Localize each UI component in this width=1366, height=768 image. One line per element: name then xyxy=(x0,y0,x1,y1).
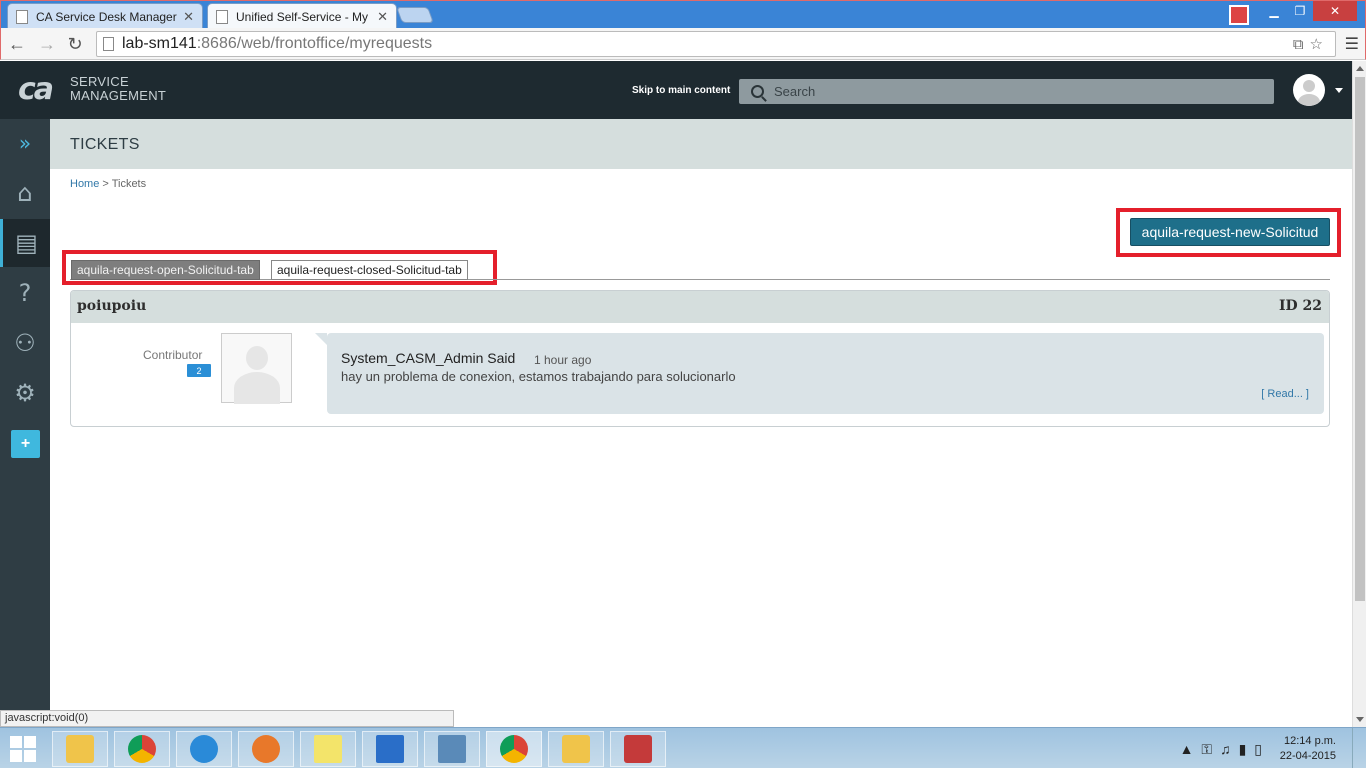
chrome-icon[interactable] xyxy=(486,731,542,767)
restore-icon[interactable]: ❐ xyxy=(1287,1,1313,21)
role-count-badge: 2 xyxy=(187,364,211,377)
browser-toolbar: ← → ↻ lab-sm141:8686/web/frontoffice/myr… xyxy=(0,28,1366,60)
clock[interactable]: 12:14 p.m. 22-04-2015 xyxy=(1280,734,1336,764)
browser-tab-title: CA Service Desk Manager - 1 xyxy=(36,9,177,24)
page-icon xyxy=(16,9,28,24)
page-icon xyxy=(216,9,228,24)
gear-icon: ⚙ xyxy=(14,379,36,407)
home-icon: ⌂ xyxy=(17,179,33,207)
chevron-down-icon[interactable] xyxy=(1335,88,1343,93)
page-title-bar: TICKETS xyxy=(50,119,1352,169)
close-icon[interactable]: ✕ xyxy=(183,9,194,25)
sidebar-item-community[interactable]: ⚇ xyxy=(0,319,50,367)
minimize-icon[interactable]: ▁ xyxy=(1261,1,1287,21)
firefox-icon[interactable] xyxy=(238,731,294,767)
chevrons-right-icon: » xyxy=(18,131,32,155)
comment-time: 1 hour ago xyxy=(534,353,592,367)
ca-logo: ca xyxy=(18,72,54,107)
remote-desktop-icon[interactable] xyxy=(424,731,480,767)
search-icon xyxy=(751,85,764,98)
sticky-notes-icon[interactable] xyxy=(300,731,356,767)
clock-date: 22-04-2015 xyxy=(1279,750,1336,762)
ticket-id: ID 22 xyxy=(1278,298,1322,314)
sidebar: » ⌂ ▤ ? ⚇ ⚙ + xyxy=(0,119,50,710)
sidebar-item-home[interactable]: ⌂ xyxy=(0,169,50,217)
sidebar-item-tickets[interactable]: ▤ xyxy=(0,219,50,267)
page-title: TICKETS xyxy=(70,136,140,153)
user-role: Contributor xyxy=(143,348,203,362)
comment-text: hay un problema de conexion, estamos tra… xyxy=(341,369,736,384)
outlook-icon[interactable] xyxy=(362,731,418,767)
comment-bubble: System_CASM_Admin Said 1 hour ago hay un… xyxy=(315,333,1324,414)
chrome-icon[interactable] xyxy=(114,731,170,767)
explorer-icon[interactable] xyxy=(52,731,108,767)
ticket-card: poiupoiu ID 22 Contributor 2 System_CASM… xyxy=(70,290,1330,427)
bookmark-star-icon[interactable]: ⧉☆ xyxy=(1293,35,1329,53)
add-icon[interactable]: + xyxy=(11,430,40,458)
avatar[interactable] xyxy=(1293,74,1325,106)
windows-start-icon[interactable] xyxy=(6,734,42,764)
breadcrumb: Home > Tickets xyxy=(70,178,146,190)
browser-status-bar: javascript:void(0) xyxy=(0,710,454,727)
back-icon[interactable]: ← xyxy=(7,34,27,54)
browser-tab-self-service[interactable]: Unified Self-Service - My Rec ✕ xyxy=(207,3,397,29)
close-icon[interactable]: ✕ xyxy=(377,9,388,25)
sidebar-item-settings[interactable]: ⚙ xyxy=(0,369,50,417)
breadcrumb-home-link[interactable]: Home xyxy=(70,178,99,190)
browser-titlebar: CA Service Desk Manager - 1 ✕ Unified Se… xyxy=(0,0,1366,29)
forward-icon[interactable]: → xyxy=(37,34,57,54)
browser-tab-service-desk[interactable]: CA Service Desk Manager - 1 ✕ xyxy=(7,3,203,29)
search-box[interactable] xyxy=(739,79,1274,104)
scrollbar-thumb[interactable] xyxy=(1355,77,1365,601)
explorer-icon[interactable] xyxy=(548,731,604,767)
product-name-line1: SERVICE xyxy=(70,74,129,89)
sidebar-item-expand[interactable]: » xyxy=(0,119,50,167)
taskbar: ▲⚿♫▮▯ 12:14 p.m. 22-04-2015 xyxy=(0,727,1366,768)
tab-open-requests[interactable]: aquila-request-open-Solicitud-tab xyxy=(71,260,260,280)
breadcrumb-separator: > xyxy=(99,178,112,190)
question-doc-icon: ? xyxy=(18,279,32,307)
user-photo xyxy=(221,333,292,404)
scroll-down-icon[interactable] xyxy=(1356,717,1364,722)
new-tab-button[interactable] xyxy=(396,7,434,23)
browser-tab-title: Unified Self-Service - My Rec xyxy=(236,9,371,24)
skip-to-content-link[interactable]: Skip to main content xyxy=(632,85,730,96)
ticket-title[interactable]: poiupoiu xyxy=(77,298,146,314)
reload-icon[interactable]: ↻ xyxy=(65,34,85,54)
app-header: ca SERVICE MANAGEMENT Skip to main conte… xyxy=(0,61,1352,119)
menu-icon[interactable]: ☰ xyxy=(1345,34,1359,54)
page-icon xyxy=(103,37,114,51)
url-path: :8686/web/frontoffice/myrequests xyxy=(196,35,433,52)
show-desktop-button[interactable] xyxy=(1352,728,1366,768)
clock-time: 12:14 p.m. xyxy=(1284,735,1336,747)
new-request-button[interactable]: aquila-request-new-Solicitud xyxy=(1130,218,1330,246)
product-name: SERVICE MANAGEMENT xyxy=(70,75,166,103)
tab-closed-requests[interactable]: aquila-request-closed-Solicitud-tab xyxy=(271,260,468,280)
comment-author: System_CASM_Admin Said xyxy=(341,350,516,366)
url-bar[interactable]: lab-sm141:8686/web/frontoffice/myrequest… xyxy=(96,31,1336,57)
window-controls: ▁ ❐ ✕ xyxy=(1261,1,1357,21)
system-tray-icons[interactable]: ▲⚿♫▮▯ xyxy=(1180,741,1270,758)
people-icon: ⚇ xyxy=(14,329,36,357)
product-name-line2: MANAGEMENT xyxy=(70,88,167,103)
internet-explorer-icon[interactable] xyxy=(176,731,232,767)
toolbox-icon[interactable] xyxy=(610,731,666,767)
tickets-icon: ▤ xyxy=(15,229,38,257)
breadcrumb-current: Tickets xyxy=(111,178,147,190)
read-more-link[interactable]: [ Read... ] xyxy=(1261,388,1309,400)
search-input[interactable] xyxy=(774,84,1254,99)
url-host: lab-sm141 xyxy=(122,35,197,52)
close-window-icon[interactable]: ✕ xyxy=(1313,1,1357,21)
profile-icon[interactable] xyxy=(1229,5,1249,25)
scroll-up-icon[interactable] xyxy=(1356,66,1364,71)
ticket-header[interactable]: poiupoiu ID 22 xyxy=(71,291,1329,323)
page-scrollbar[interactable] xyxy=(1352,61,1366,727)
sidebar-item-help[interactable]: ? xyxy=(0,269,50,317)
